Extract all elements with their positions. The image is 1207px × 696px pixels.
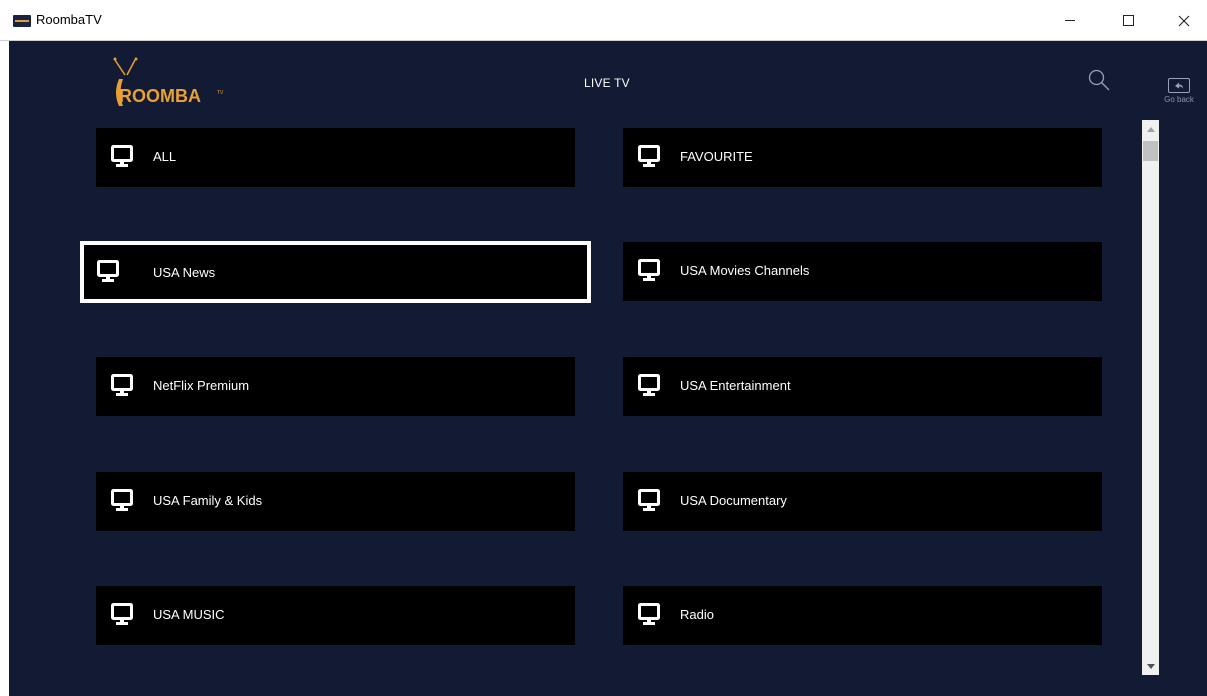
page-title: LIVE TV bbox=[584, 76, 630, 90]
go-back-button[interactable]: Go back bbox=[1159, 78, 1199, 118]
category-label: USA Family & Kids bbox=[153, 493, 263, 508]
scroll-up-button[interactable] bbox=[1142, 120, 1159, 137]
category-label: USA Movies Channels bbox=[680, 263, 810, 278]
category-label: Radio bbox=[680, 607, 714, 622]
close-button[interactable] bbox=[1161, 0, 1207, 41]
category-label: USA Entertainment bbox=[680, 378, 791, 393]
search-button[interactable] bbox=[1087, 68, 1111, 92]
back-arrow-icon bbox=[1168, 78, 1190, 93]
category-tile-usa-news[interactable]: USA News bbox=[80, 241, 591, 303]
monitor-icon bbox=[638, 259, 660, 283]
category-label: USA Documentary bbox=[680, 493, 787, 508]
roomba-logo: ROOMBA TV bbox=[105, 50, 245, 110]
monitor-icon bbox=[111, 374, 133, 398]
category-tile-radio[interactable]: Radio bbox=[623, 586, 1102, 645]
monitor-icon bbox=[111, 489, 133, 513]
category-tile-usa-entertainment[interactable]: USA Entertainment bbox=[623, 357, 1102, 416]
window-title: RoombaTV bbox=[36, 12, 102, 27]
scroll-thumb[interactable] bbox=[1143, 141, 1158, 161]
close-icon bbox=[1178, 15, 1190, 26]
monitor-icon bbox=[111, 145, 133, 169]
scroll-down-icon bbox=[1146, 663, 1155, 669]
category-tile-usa-family-kids[interactable]: USA Family & Kids bbox=[96, 472, 575, 531]
category-tile-favourite[interactable]: FAVOURITE bbox=[623, 128, 1102, 187]
go-back-label: Go back bbox=[1164, 95, 1194, 104]
category-tile-all[interactable]: ALL bbox=[96, 128, 575, 187]
scroll-down-button[interactable] bbox=[1142, 658, 1159, 675]
logo-tm: TV bbox=[217, 90, 224, 96]
scroll-up-icon bbox=[1146, 126, 1155, 132]
category-label: USA News bbox=[153, 265, 216, 280]
maximize-icon bbox=[1122, 15, 1134, 26]
app-content: ROOMBA TV LIVE TV Go back ALL FAVOURITE bbox=[9, 41, 1207, 696]
category-tile-usa-music[interactable]: USA MUSIC bbox=[96, 586, 575, 645]
category-label: FAVOURITE bbox=[680, 149, 753, 164]
monitor-icon bbox=[638, 374, 660, 398]
minimize-button[interactable] bbox=[1047, 0, 1093, 41]
window-titlebar: RoombaTV bbox=[0, 0, 1207, 41]
category-tile-usa-movies-channels[interactable]: USA Movies Channels bbox=[623, 242, 1102, 301]
category-tile-usa-documentary[interactable]: USA Documentary bbox=[623, 472, 1102, 531]
search-icon bbox=[1088, 69, 1110, 91]
monitor-icon bbox=[97, 260, 119, 284]
vertical-scrollbar[interactable] bbox=[1142, 120, 1159, 675]
minimize-icon bbox=[1065, 20, 1075, 21]
monitor-icon bbox=[638, 603, 660, 627]
category-label: NetFlix Premium bbox=[153, 378, 250, 393]
category-tile-netflix-premium[interactable]: NetFlix Premium bbox=[96, 357, 575, 416]
monitor-icon bbox=[111, 603, 133, 627]
category-label: USA MUSIC bbox=[153, 607, 225, 622]
logo-text: ROOMBA bbox=[119, 86, 201, 106]
app-icon bbox=[13, 15, 31, 27]
monitor-icon bbox=[638, 145, 660, 169]
maximize-button[interactable] bbox=[1105, 0, 1151, 41]
monitor-icon bbox=[638, 489, 660, 513]
category-label: ALL bbox=[153, 149, 177, 164]
